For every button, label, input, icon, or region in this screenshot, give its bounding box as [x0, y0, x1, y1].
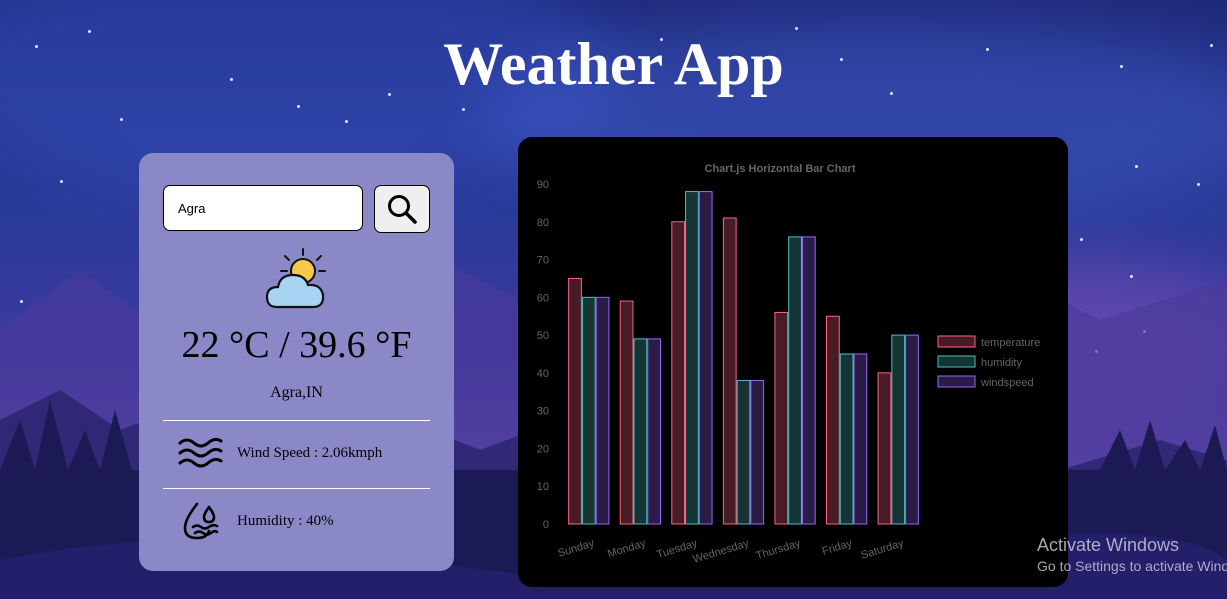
y-tick-label: 90	[537, 179, 549, 191]
bar-humidity-friday[interactable]	[839, 353, 854, 525]
bar-temperature-sunday[interactable]	[568, 277, 582, 525]
legend-label-windspeed[interactable]: windspeed	[980, 377, 1034, 389]
bar-temperature-saturday[interactable]	[877, 372, 892, 525]
chart-card: Chart.js Horizontal Bar Chart 0 10 20 30 40 5…	[518, 137, 1068, 587]
bar-humidity-wednesday[interactable]	[736, 379, 751, 525]
activate-windows-title: Activate Windows	[1037, 535, 1180, 555]
bar-humidity-saturday[interactable]	[891, 334, 906, 525]
bar-temperature-monday[interactable]	[619, 300, 634, 525]
page-title: Weather App	[443, 31, 784, 97]
x-tick-label: Wednesday	[692, 537, 751, 566]
y-tick-label: 40	[537, 368, 549, 380]
legend-swatch-temperature[interactable]	[937, 335, 976, 348]
chart-bars	[568, 191, 919, 525]
wind-speed-text: Wind Speed : 2.06kmph	[237, 444, 383, 461]
weather-card: 22 °C / 39.6 °F Agra,IN Wind Speed : 2.0…	[139, 153, 454, 571]
bar-windspeed-tuesday[interactable]	[698, 191, 713, 525]
bar-windspeed-thursday[interactable]	[801, 236, 816, 525]
x-axis: Sunday Monday TuesdayWednesday Thursday Frid…	[556, 537, 905, 566]
y-axis: 0 10 20 30 40 50 60 70 80 90	[537, 179, 549, 531]
legend-swatch-windspeed[interactable]	[937, 375, 976, 388]
bar-windspeed-saturday[interactable]	[905, 334, 919, 525]
x-tick-label: Thursday	[755, 537, 803, 562]
bar-temperature-thursday[interactable]	[774, 311, 789, 525]
bar-windspeed-wednesday[interactable]	[750, 379, 765, 525]
x-tick-label: Sunday	[556, 537, 596, 560]
y-tick-label: 30	[537, 406, 549, 418]
y-tick-label: 20	[537, 443, 549, 455]
y-tick-label: 50	[537, 330, 549, 342]
bar-windspeed-friday[interactable]	[853, 353, 868, 525]
bar-humidity-tuesday[interactable]	[685, 191, 699, 525]
partly-cloudy-icon	[265, 248, 326, 309]
x-tick-label: Saturday	[859, 537, 905, 561]
x-tick-label: Monday	[606, 537, 647, 560]
wind-icon	[177, 433, 223, 473]
chart-title: Chart.js Horizontal Bar Chart	[705, 163, 856, 175]
search-icon	[388, 195, 417, 224]
y-tick-label: 60	[537, 292, 549, 304]
y-tick-label: 0	[543, 519, 549, 531]
divider	[163, 488, 430, 489]
y-tick-label: 70	[537, 255, 549, 267]
legend-swatch-humidity[interactable]	[937, 355, 976, 368]
bar-windspeed-monday[interactable]	[647, 338, 661, 525]
humidity-row: Humidity : 40%	[177, 501, 334, 541]
wind-speed-row: Wind Speed : 2.06kmph	[177, 433, 382, 473]
humidity-text: Humidity : 40%	[237, 512, 334, 529]
x-tick-label: Friday	[821, 537, 854, 558]
search-input[interactable]	[163, 185, 363, 231]
bar-chart: Chart.js Horizontal Bar Chart 0 10 20 30 40 5…	[537, 163, 1041, 566]
temperature-display: 22 °C / 39.6 °F	[181, 324, 412, 366]
bar-humidity-thursday[interactable]	[788, 236, 802, 525]
bar-humidity-monday[interactable]	[633, 338, 648, 525]
activate-windows-subtitle: Go to Settings to activate Windows.	[1037, 558, 1227, 574]
bar-humidity-sunday[interactable]	[581, 296, 596, 525]
search-button[interactable]	[374, 185, 430, 233]
bar-temperature-friday[interactable]	[826, 315, 840, 525]
divider	[163, 420, 430, 421]
legend-label-temperature[interactable]: temperature	[981, 337, 1040, 349]
chart-legend: temperature humidity windspeed	[937, 335, 1040, 389]
activate-windows-watermark: Activate Windows Go to Settings to activ…	[1037, 535, 1227, 574]
y-tick-label: 80	[537, 217, 549, 229]
bar-temperature-tuesday[interactable]	[671, 221, 686, 525]
location-label: Agra,IN	[270, 384, 323, 401]
humidity-icon	[177, 501, 223, 541]
bar-windspeed-sunday[interactable]	[595, 296, 610, 525]
legend-label-humidity[interactable]: humidity	[981, 357, 1022, 369]
bar-temperature-wednesday[interactable]	[722, 217, 737, 525]
y-tick-label: 10	[537, 481, 549, 493]
